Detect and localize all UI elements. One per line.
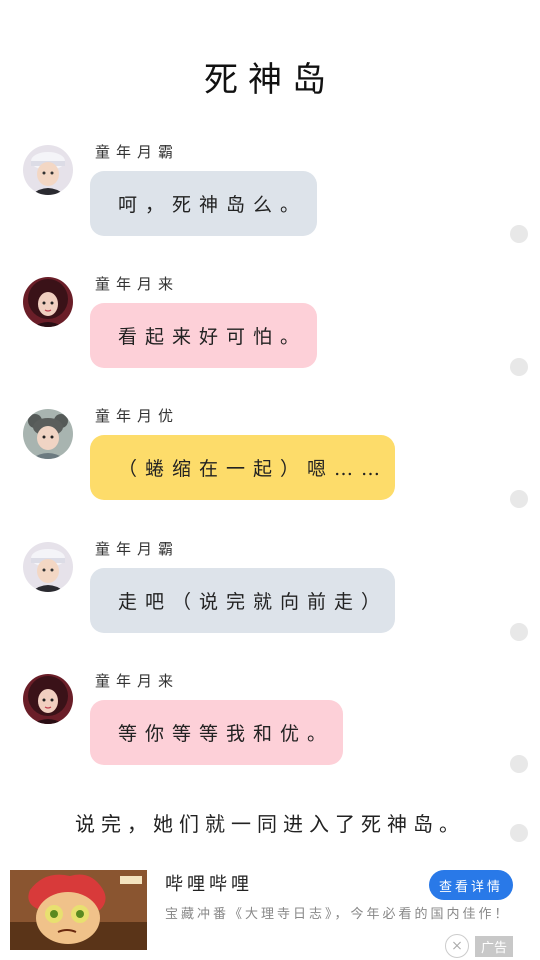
avatar[interactable] (23, 674, 73, 724)
sender-name: 童年月优 (95, 407, 180, 425)
story-title: 死神岛 (204, 60, 336, 100)
sender-name: 童年月霸 (95, 143, 180, 161)
avatar[interactable] (23, 542, 73, 592)
progress-dot[interactable] (510, 358, 528, 376)
progress-dot[interactable] (510, 623, 528, 641)
sender-name: 童年月来 (95, 672, 180, 690)
close-icon[interactable]: × (445, 934, 469, 958)
narration-text: 说完，她们就一同进入了死神岛。 (75, 812, 465, 836)
message-bubble: 等你等等我和优。 (90, 700, 343, 765)
message-bubble: 走吧（说完就向前走） (90, 568, 395, 633)
avatar[interactable] (23, 409, 73, 459)
avatar[interactable] (23, 145, 73, 195)
progress-dot[interactable] (510, 490, 528, 508)
message-bubble: （蜷缩在一起）嗯…… (90, 435, 395, 500)
message-bubble: 看起来好可怕。 (90, 303, 317, 368)
avatar[interactable] (23, 277, 73, 327)
sender-name: 童年月来 (95, 275, 180, 293)
progress-dot[interactable] (510, 755, 528, 773)
ad-banner[interactable]: 哔哩哔哩 查看详情 宝藏冲番《大理寺日志》，今年必看的国内佳作！ × 广告 (0, 862, 540, 960)
ad-label: 广告 (475, 936, 514, 957)
sender-name: 童年月霸 (95, 540, 180, 558)
ad-description[interactable]: 宝藏冲番《大理寺日志》，今年必看的国内佳作！ (165, 906, 525, 924)
ad-thumbnail[interactable] (10, 870, 147, 950)
view-details-button[interactable]: 查看详情 (429, 870, 513, 900)
ad-title[interactable]: 哔哩哔哩 (165, 870, 253, 896)
message-bubble: 呵，死神岛么。 (90, 171, 317, 236)
progress-dot[interactable] (510, 225, 528, 243)
